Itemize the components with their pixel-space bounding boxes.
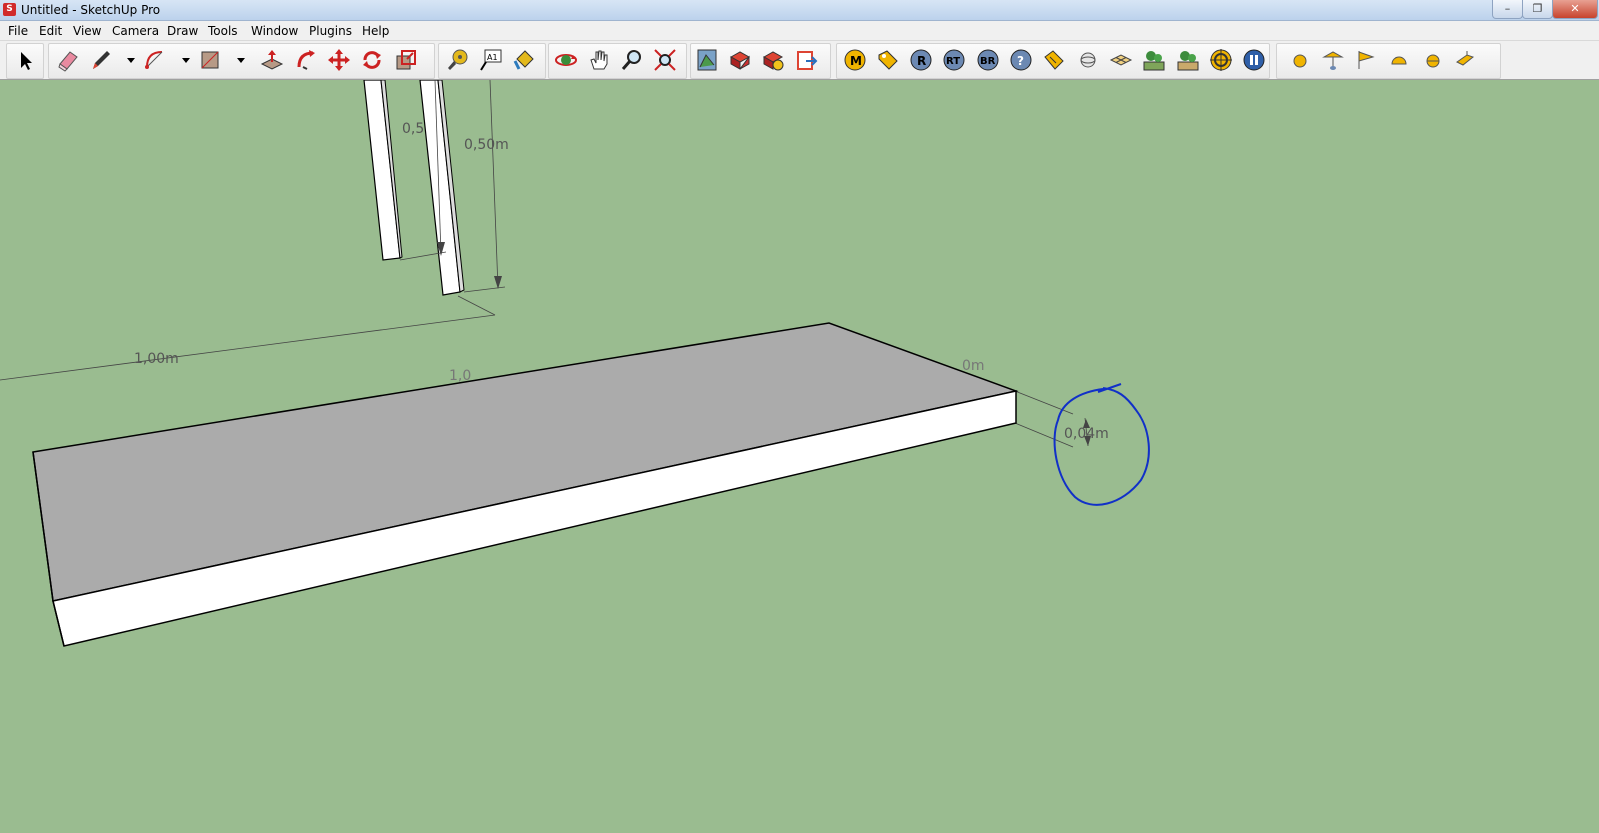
minimize-button[interactable]: – <box>1492 0 1523 19</box>
flag-shape-icon[interactable] <box>1353 47 1379 73</box>
warehouse-icon[interactable] <box>760 47 786 73</box>
svg-text:M: M <box>850 54 862 68</box>
menu-camera[interactable]: Camera <box>112 24 159 38</box>
maximize-button[interactable]: ❐ <box>1522 0 1553 19</box>
get-models-icon[interactable] <box>694 47 720 73</box>
menu-help[interactable]: Help <box>362 24 389 38</box>
sphere-plugin-icon[interactable] <box>1075 47 1101 73</box>
help-plugin-icon[interactable]: ? <box>1008 47 1034 73</box>
text-tool-icon[interactable]: A1 <box>478 47 504 73</box>
paint-bucket-tool-icon[interactable] <box>511 47 537 73</box>
select-tool-icon[interactable] <box>12 47 38 73</box>
rotate-tool-icon[interactable] <box>359 47 385 73</box>
annotation-circle <box>1053 383 1150 506</box>
follow-me-tool-icon[interactable] <box>293 47 319 73</box>
grid-plugin-icon[interactable] <box>1108 47 1134 73</box>
send-to-layout-icon[interactable] <box>794 47 820 73</box>
plugin-m-icon[interactable]: M <box>842 47 868 73</box>
title-bar: S Untitled - SketchUp Pro – ❐ ✕ <box>0 0 1599 21</box>
share-model-icon[interactable] <box>727 47 753 73</box>
svg-text:R: R <box>917 54 926 68</box>
pause-plugin-icon[interactable] <box>1241 47 1267 73</box>
tag-plugin-icon[interactable] <box>875 47 901 73</box>
svg-text:RT: RT <box>946 56 960 67</box>
menu-edit[interactable]: Edit <box>39 24 62 38</box>
label-plugin-icon[interactable] <box>1041 47 1067 73</box>
model-canvas[interactable] <box>0 80 1599 833</box>
arc-dropdown-icon[interactable] <box>173 47 190 73</box>
target-plugin-icon[interactable] <box>1208 47 1234 73</box>
orbit-tool-icon[interactable] <box>553 47 579 73</box>
menu-file[interactable]: File <box>8 24 28 38</box>
table-leg-right[interactable] <box>419 80 465 296</box>
zoom-extents-tool-icon[interactable] <box>652 47 678 73</box>
dimension-arrow <box>494 276 502 289</box>
menu-tools[interactable]: Tools <box>208 24 238 38</box>
hidden-dimension-label: 0m <box>962 358 985 374</box>
rectangle-tool-icon[interactable] <box>197 47 223 73</box>
menu-plugins[interactable]: Plugins <box>309 24 352 38</box>
pencil-dropdown-icon[interactable] <box>118 47 135 73</box>
svg-text:?: ? <box>1017 54 1024 68</box>
tree-1-plugin-icon[interactable] <box>1141 47 1167 73</box>
move-tool-icon[interactable] <box>326 47 352 73</box>
zoom-tool-icon[interactable] <box>619 47 645 73</box>
thickness-dimension-label: 0,04m <box>1064 426 1109 442</box>
pan-tool-icon[interactable] <box>586 47 612 73</box>
menu-window[interactable]: Window <box>251 24 298 38</box>
menu-view[interactable]: View <box>73 24 101 38</box>
pencil-tool-icon[interactable] <box>88 47 114 73</box>
tape-measure-tool-icon[interactable] <box>445 47 471 73</box>
umbrella-shape-icon[interactable] <box>1320 47 1346 73</box>
dome-shape-icon[interactable] <box>1386 47 1412 73</box>
arc-tool-icon[interactable] <box>142 47 168 73</box>
width-dimension-label: 1,00m <box>134 351 179 367</box>
plugin-br-icon[interactable]: BR <box>975 47 1001 73</box>
main-toolbar: A1 M R RT BR ? <box>0 41 1599 80</box>
hidden-dimension-label: 1,0 <box>449 368 472 384</box>
leg-height-partial-label: 0,5 <box>402 121 425 137</box>
drawing-viewport[interactable]: 1,00m 0,50m 0,5 1,0 0m 0,04m <box>0 80 1599 833</box>
tree-2-plugin-icon[interactable] <box>1175 47 1201 73</box>
wedge-shape-icon[interactable] <box>1452 47 1478 73</box>
eraser-tool-icon[interactable] <box>55 47 81 73</box>
leg-height-dimension-label: 0,50m <box>464 137 509 153</box>
table-leg-left[interactable] <box>363 80 403 261</box>
rectangle-dropdown-icon[interactable] <box>228 47 245 73</box>
plugin-rt-icon[interactable]: RT <box>941 47 967 73</box>
menu-draw[interactable]: Draw <box>167 24 198 38</box>
close-button[interactable]: ✕ <box>1552 0 1598 19</box>
svg-text:BR: BR <box>980 56 996 67</box>
menu-bar: File Edit View Camera Draw Tools Window … <box>0 21 1599 41</box>
push-pull-tool-icon[interactable] <box>259 47 285 73</box>
table-top[interactable] <box>32 322 1019 647</box>
half-sphere-shape-icon[interactable] <box>1420 47 1446 73</box>
scale-tool-icon[interactable] <box>393 47 419 73</box>
window-title: Untitled - SketchUp Pro <box>21 3 161 17</box>
text-tool-label: A1 <box>487 53 498 62</box>
plugin-r-icon[interactable]: R <box>908 47 934 73</box>
sphere-shape-icon[interactable] <box>1287 47 1313 73</box>
sketchup-logo-icon: S <box>3 3 16 16</box>
